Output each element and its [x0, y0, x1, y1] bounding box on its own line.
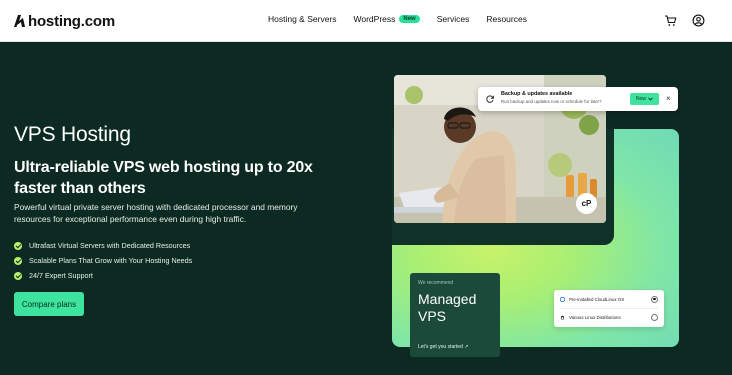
- notification-text: Run backup and updates now or schedule f…: [501, 99, 602, 104]
- chevron-down-icon: [648, 97, 653, 101]
- main-menu: Hosting & Servers WordPress New Services …: [268, 14, 527, 24]
- now-dropdown-button[interactable]: Now: [630, 93, 659, 105]
- nav-wordpress-label: WordPress: [353, 14, 396, 24]
- close-icon[interactable]: ×: [666, 94, 671, 103]
- account-icon[interactable]: [692, 14, 705, 27]
- hero-description: Powerful virtual private server hosting …: [14, 202, 298, 224]
- os-option-linux[interactable]: Various Linux Distributions: [560, 311, 658, 323]
- feature-item: Ultrafast Virtual Servers with Dedicated…: [14, 238, 192, 253]
- nav-resources[interactable]: Resources: [486, 14, 527, 24]
- radio-selected[interactable]: [651, 295, 658, 303]
- notification-title: Backup & updates available: [501, 91, 573, 97]
- feature-list: Ultrafast Virtual Servers with Dedicated…: [14, 238, 192, 283]
- top-navigation: hosting.com Hosting & Servers WordPress N…: [0, 0, 732, 42]
- os-option-cloudlinux[interactable]: Pre-installed CloudLinux OS: [560, 293, 658, 305]
- os-options-card: Pre-installed CloudLinux OS Various Linu…: [554, 290, 664, 327]
- feature-item: Scalable Plans That Grow with Your Hosti…: [14, 253, 192, 268]
- nav-services-label: Services: [436, 14, 470, 24]
- check-icon: [14, 271, 22, 280]
- cloudlinux-icon: [560, 296, 565, 302]
- os-option-label: Various Linux Distributions: [569, 314, 621, 320]
- logo-text: hosting.com: [28, 12, 115, 30]
- linux-penguin-icon: [560, 315, 565, 320]
- feature-item: 24/7 Expert Support: [14, 268, 192, 283]
- cart-icon[interactable]: [664, 14, 677, 27]
- refresh-icon: [486, 95, 494, 103]
- feature-text: Ultrafast Virtual Servers with Dedicated…: [29, 241, 191, 250]
- logo[interactable]: hosting.com: [13, 11, 115, 31]
- radio-unselected[interactable]: [651, 313, 658, 321]
- hero-subtitle: Ultra-reliable VPS web hosting up to 20x…: [14, 159, 313, 197]
- os-option-label: Pre-installed CloudLinux OS: [569, 296, 625, 302]
- feature-text: Scalable Plans That Grow with Your Hosti…: [29, 256, 193, 265]
- managed-vps-title: Managed VPS: [418, 291, 477, 324]
- managed-vps-card[interactable]: We recommend Managed VPS Let's get you s…: [410, 273, 500, 357]
- new-badge: New: [399, 15, 420, 23]
- page-title: VPS Hosting: [14, 123, 131, 146]
- divider: [560, 308, 658, 309]
- logo-mark-icon: [14, 15, 25, 27]
- nav-wordpress[interactable]: WordPress New: [354, 14, 420, 24]
- compare-plans-button[interactable]: Compare plans: [14, 292, 84, 316]
- nav-hosting-servers[interactable]: Hosting & Servers: [268, 14, 337, 24]
- get-started-link[interactable]: Let's get you started ↗: [418, 344, 468, 350]
- nav-services[interactable]: Services: [437, 14, 470, 24]
- backup-notification: Backup & updates available Run backup an…: [478, 87, 678, 111]
- nav-hosting-servers-label: Hosting & Servers: [268, 14, 337, 24]
- recommend-label: We recommend: [418, 280, 454, 286]
- cpanel-logo-badge: cP: [576, 193, 597, 214]
- check-icon: [14, 241, 22, 250]
- check-icon: [14, 256, 22, 265]
- now-label: Now: [635, 96, 646, 102]
- nav-resources-label: Resources: [486, 14, 527, 24]
- feature-text: 24/7 Expert Support: [29, 271, 93, 280]
